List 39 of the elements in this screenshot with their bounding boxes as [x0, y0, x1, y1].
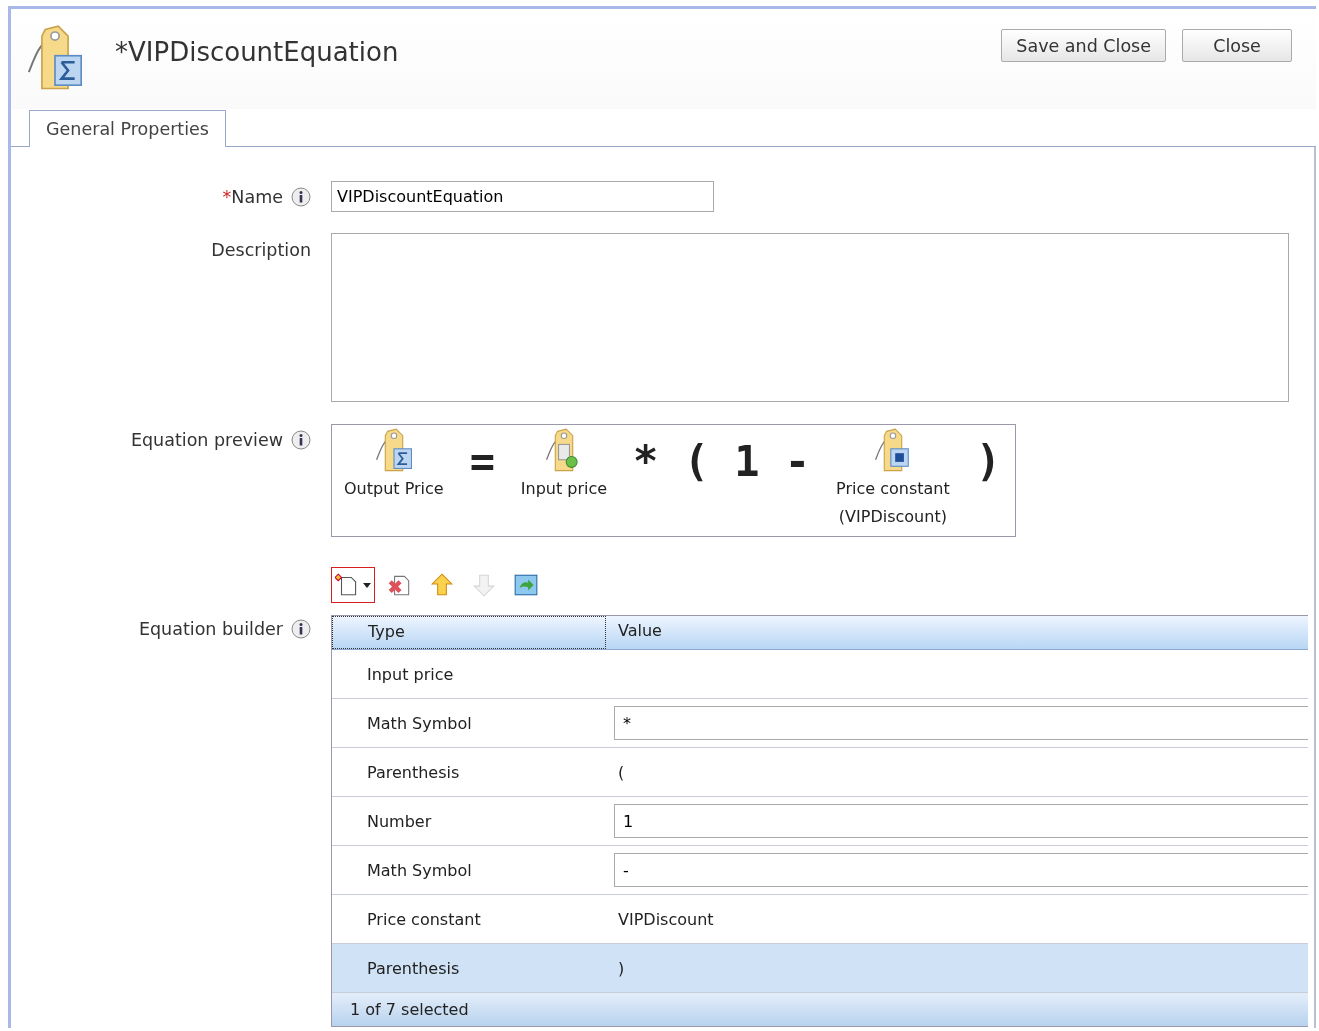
- column-header[interactable]: Type: [332, 616, 606, 649]
- table-cell: Math Symbol: [367, 713, 472, 733]
- math-symbol: ): [974, 437, 1002, 486]
- header-button[interactable]: Save and Close: [1001, 29, 1166, 62]
- element-label: Input price: [520, 478, 608, 500]
- column-header[interactable]: Value: [606, 616, 674, 649]
- value-field[interactable]: -: [614, 853, 1308, 887]
- table-cell: Parenthesis: [367, 958, 460, 978]
- table-row[interactable]: Number 1: [332, 797, 1308, 846]
- value-field[interactable]: *: [614, 706, 1308, 740]
- field-label: Description: [211, 240, 311, 260]
- selection-status: 1 of 7 selected: [332, 993, 1308, 1026]
- window-title: *VIPDiscountEquation: [115, 37, 400, 67]
- table-cell-text: ): [617, 958, 625, 978]
- table-cell-text: (: [617, 762, 625, 782]
- table-cell: Math Symbol: [367, 860, 472, 880]
- table-row[interactable]: Math Symbol *: [332, 699, 1308, 748]
- value-field[interactable]: 1: [614, 804, 1308, 838]
- math-symbol: =: [468, 437, 496, 486]
- required-mark: *: [222, 186, 232, 207]
- table-cell: Number: [367, 811, 432, 831]
- math-symbol: * ( 1 -: [632, 437, 812, 486]
- element-label: Price constant: [836, 478, 950, 500]
- name-field[interactable]: VIPDiscountEquation: [331, 181, 714, 212]
- tab[interactable]: General Properties: [29, 110, 226, 147]
- table-row[interactable]: Parenthesis (: [332, 748, 1308, 797]
- header-button[interactable]: Close: [1182, 29, 1292, 62]
- table-row[interactable]: Input price: [332, 650, 1308, 699]
- field-label: Equation preview: [130, 430, 283, 450]
- element-sublabel: (VIPDiscount): [838, 506, 947, 528]
- table-cell: Parenthesis: [367, 762, 460, 782]
- table-row[interactable]: Parenthesis ): [332, 944, 1308, 993]
- field-label: Equation builder: [138, 619, 283, 639]
- table-cell: Price constant: [367, 909, 481, 929]
- element-label: Output Price: [344, 478, 444, 500]
- field-label: Name: [231, 186, 283, 207]
- table-row[interactable]: Math Symbol -: [332, 846, 1308, 895]
- table-cell: Input price: [367, 664, 454, 684]
- table-cell-text: VIPDiscount: [617, 909, 714, 929]
